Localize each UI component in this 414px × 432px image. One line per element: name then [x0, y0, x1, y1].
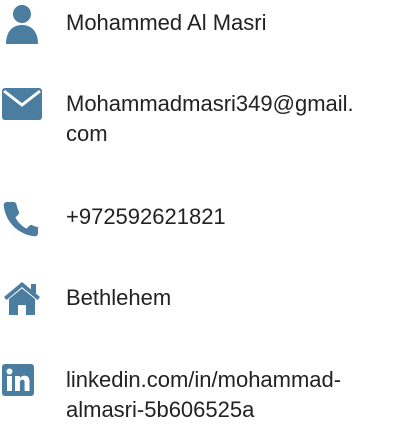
contact-name: Mohammed Al Masri — [66, 10, 267, 35]
phone-icon — [2, 198, 42, 238]
contact-email-link[interactable]: Mohammadmasri349@gmail. com — [66, 89, 411, 149]
contact-row-name: Mohammed Al Masri — [0, 0, 414, 48]
home-icon — [2, 280, 42, 316]
contact-row-location: Bethlehem — [0, 280, 414, 320]
contact-linkedin-line1: linkedin.com/in/mohammad- — [66, 367, 342, 392]
linkedin-icon — [2, 364, 34, 396]
contact-row-email: Mohammadmasri349@gmail. com — [0, 84, 414, 164]
contact-linkedin-line2: almasri-5b606525a — [66, 397, 255, 422]
contact-location: Bethlehem — [66, 285, 172, 310]
contact-row-phone: +972592621821 — [0, 198, 414, 242]
contact-linkedin-link[interactable]: linkedin.com/in/mohammad- almasri-5b6065… — [66, 365, 411, 425]
contact-email-line1: Mohammadmasri349@gmail. — [66, 91, 354, 116]
user-icon — [2, 4, 42, 44]
contact-phone-link[interactable]: +972592621821 — [66, 202, 411, 232]
contact-list: Mohammed Al Masri Mohammadmasri349@gmail… — [0, 0, 414, 432]
contact-email-line2: com — [66, 121, 108, 146]
envelope-icon — [2, 88, 42, 120]
contact-row-linkedin: linkedin.com/in/mohammad- almasri-5b6065… — [0, 360, 414, 432]
